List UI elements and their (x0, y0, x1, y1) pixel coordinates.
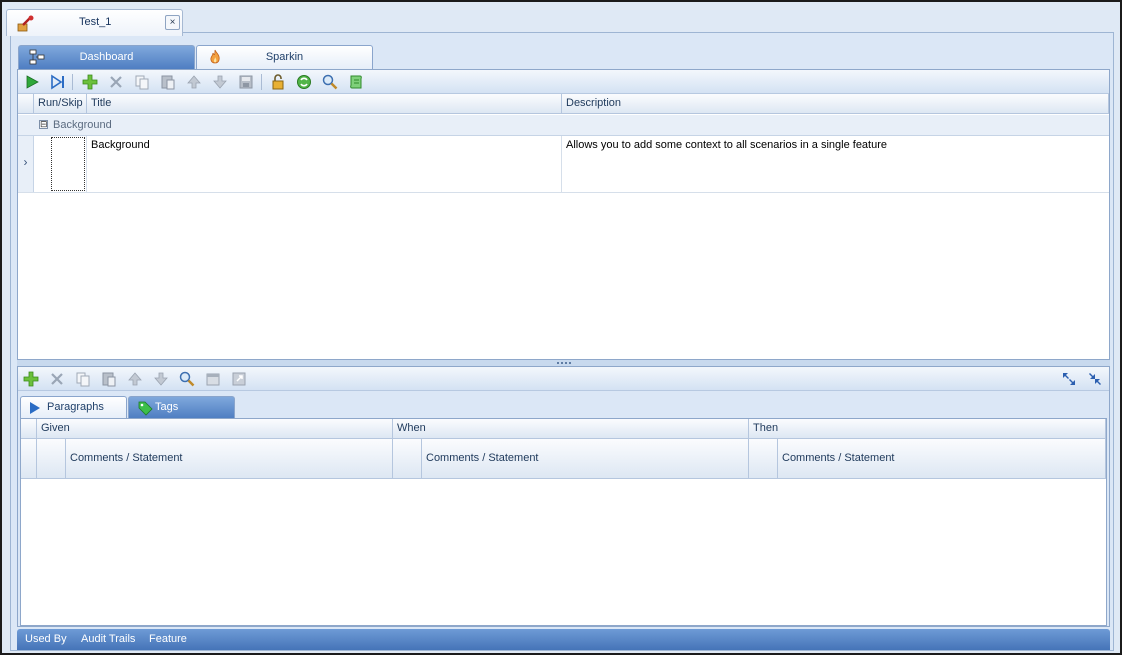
move-down-icon[interactable] (212, 74, 228, 90)
run-icon[interactable] (24, 74, 40, 90)
then-comments-statement[interactable]: Comments / Statement (782, 452, 895, 464)
move-up-icon[interactable] (186, 74, 202, 90)
delete-icon[interactable] (108, 74, 124, 90)
document-tab[interactable]: Test_1 × (6, 9, 183, 36)
tab-sparkin[interactable]: Sparkin (196, 45, 373, 69)
unlock-icon[interactable] (270, 74, 286, 90)
tab-dashboard[interactable]: Dashboard (18, 45, 195, 69)
then-subheader: Comments / Statement (749, 439, 1106, 479)
given-comments-statement[interactable]: Comments / Statement (70, 452, 183, 464)
steps-toolbar (18, 367, 1109, 391)
table-row[interactable]: › Background Allows you to add some cont… (18, 136, 1109, 193)
row-title[interactable]: Background (91, 139, 150, 151)
column-given[interactable]: Given (37, 419, 393, 439)
cell-divider (561, 136, 562, 193)
scenario-toolbar (18, 70, 1109, 94)
row-header-corner (18, 94, 34, 114)
script-icon[interactable] (348, 74, 364, 90)
row-description[interactable]: Allows you to add some context to all sc… (566, 139, 887, 151)
tab-tags[interactable]: Tags (128, 396, 235, 418)
scenario-grid-header: Run/Skip Title Description (18, 94, 1109, 114)
tag-icon (138, 401, 153, 416)
row-indicator-icon: › (18, 136, 34, 192)
add-icon[interactable] (82, 74, 98, 90)
expand-all-icon[interactable] (1061, 371, 1077, 387)
scenario-panel: Run/Skip Title Description ⊟ Background … (17, 69, 1110, 360)
run-skip-cell[interactable] (51, 137, 85, 191)
document-body: Dashboard Sparkin Run/Skip Title Descrip… (10, 32, 1114, 651)
footer-feature[interactable]: Feature (149, 633, 187, 645)
column-divider (65, 439, 66, 478)
steps-grid: Given When Then Comments / Statement Com… (20, 418, 1107, 626)
column-run-skip[interactable]: Run/Skip (34, 94, 87, 114)
tab-sparkin-label: Sparkin (265, 51, 304, 63)
play-icon (30, 402, 40, 414)
footer-audit-trails[interactable]: Audit Trails (81, 633, 135, 645)
tab-paragraphs-label: Paragraphs (47, 401, 104, 413)
column-description[interactable]: Description (562, 94, 1109, 114)
move-up-icon[interactable] (127, 371, 143, 387)
tab-dashboard-label: Dashboard (79, 51, 134, 63)
when-subheader: Comments / Statement (393, 439, 749, 479)
search-icon[interactable] (179, 371, 195, 387)
cell-divider (86, 136, 87, 193)
tab-tags-label: Tags (155, 401, 179, 413)
tab-paragraphs[interactable]: Paragraphs (20, 396, 127, 418)
collapse-toggle-icon[interactable]: ⊟ (39, 120, 48, 129)
copy-icon[interactable] (134, 74, 150, 90)
splitter-grip[interactable] (557, 362, 571, 364)
application-window: Test_1 × Dashboard Sparkin Run/Skip Titl… (2, 2, 1120, 653)
column-divider (421, 439, 422, 478)
copy-icon[interactable] (75, 371, 91, 387)
document-title: Test_1 (79, 16, 112, 28)
footer-bar: Used By Audit Trails Feature (17, 629, 1110, 650)
column-divider (777, 439, 778, 478)
paste-icon[interactable] (160, 74, 176, 90)
column-title[interactable]: Title (87, 94, 562, 114)
add-icon[interactable] (23, 371, 39, 387)
collapse-all-icon[interactable] (1087, 371, 1103, 387)
column-then[interactable]: Then (749, 419, 1106, 439)
run-to-end-icon[interactable] (50, 74, 66, 90)
toolbar-separator (72, 74, 73, 90)
steps-corner-lower (21, 439, 37, 479)
paste-icon[interactable] (101, 371, 117, 387)
search-icon[interactable] (322, 74, 338, 90)
refresh-icon[interactable] (296, 74, 312, 90)
feature-icon (17, 15, 34, 32)
given-subheader: Comments / Statement (37, 439, 393, 479)
delete-icon[interactable] (49, 371, 65, 387)
save-icon[interactable] (238, 74, 254, 90)
toolbar-separator (261, 74, 262, 90)
export-icon[interactable] (231, 371, 247, 387)
close-icon[interactable]: × (165, 15, 180, 30)
group-label: Background (53, 119, 112, 131)
steps-panel-container: Paragraphs Tags Given When Then Comments… (17, 366, 1110, 627)
group-row-background[interactable]: ⊟ Background (18, 115, 1109, 136)
calendar-icon[interactable] (205, 371, 221, 387)
column-when[interactable]: When (393, 419, 749, 439)
steps-corner (21, 419, 37, 439)
when-comments-statement[interactable]: Comments / Statement (426, 452, 539, 464)
footer-used-by[interactable]: Used By (25, 633, 67, 645)
move-down-icon[interactable] (153, 371, 169, 387)
